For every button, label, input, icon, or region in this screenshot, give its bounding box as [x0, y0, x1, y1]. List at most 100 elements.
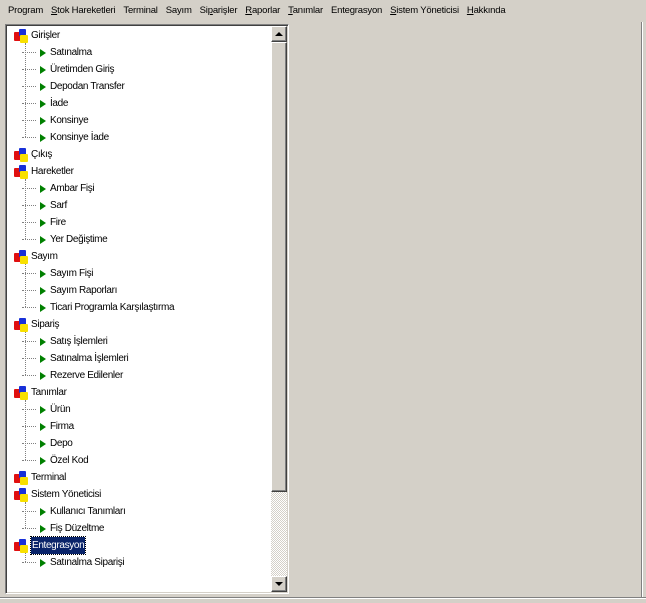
tree-node-label: Sipariş	[31, 319, 60, 330]
folder-blocks-icon	[14, 164, 28, 179]
tree-node-label: Ürün	[50, 404, 71, 415]
tree-node-item[interactable]: Firma	[8, 418, 271, 435]
tree-node-item[interactable]: Konsinye İade	[8, 129, 271, 146]
window-right-edge	[641, 22, 643, 598]
tree-node-category[interactable]: Hareketler	[8, 163, 271, 180]
tree-node-label: Entegrasyon	[29, 536, 87, 555]
green-arrow-icon	[40, 82, 46, 91]
folder-blocks-icon	[14, 538, 28, 553]
menu-item[interactable]: Program	[4, 2, 47, 20]
menu-item[interactable]: Sayım	[162, 2, 196, 20]
green-arrow-icon	[40, 269, 46, 278]
scroll-thumb[interactable]	[271, 42, 287, 492]
tree-node-item[interactable]: Ambar Fişi	[8, 180, 271, 197]
tree-node-item[interactable]: İade	[8, 95, 271, 112]
tree-node-label: Konsinye İade	[50, 132, 109, 143]
menu-item[interactable]: Tanımlar	[284, 2, 327, 20]
tree-node-label: Sayım	[31, 251, 58, 262]
tree-node-item[interactable]: Sayım Raporları	[8, 282, 271, 299]
window-bottom-edge	[0, 597, 646, 599]
tree-node-item[interactable]: Özel Kod	[8, 452, 271, 469]
menu-item[interactable]: Terminal	[119, 2, 161, 20]
green-arrow-icon	[40, 65, 46, 74]
green-arrow-icon	[40, 48, 46, 57]
menu-item[interactable]: Sistem Yöneticisi	[386, 2, 463, 20]
tree-node-label: Ambar Fişi	[50, 183, 95, 194]
green-arrow-icon	[40, 286, 46, 295]
green-arrow-icon	[40, 405, 46, 414]
tree-node-item[interactable]: Kullanıcı Tanımları	[8, 503, 271, 520]
tree-node-item[interactable]: Satınalma Siparişi	[8, 554, 271, 571]
tree-node-item[interactable]: Ticari Programla Karşılaştırma	[8, 299, 271, 316]
menu-item[interactable]: Siparişler	[196, 2, 242, 20]
menu-item[interactable]: Hakkında	[463, 2, 510, 20]
tree-connector	[22, 460, 36, 461]
tree-node-category[interactable]: Sayım	[8, 248, 271, 265]
green-arrow-icon	[40, 303, 46, 312]
tree-node-label: Fire	[50, 217, 66, 228]
tree-connector	[22, 562, 36, 563]
menu-item-text: akkında	[473, 5, 506, 16]
menu-item-text: Sayım	[165, 5, 192, 16]
menu-bar: Program Stok Hareketleri Terminal Sayım Sipa…	[0, 0, 646, 22]
tree-vertical-connector	[25, 400, 26, 460]
green-arrow-icon	[40, 133, 46, 142]
tree-node-item[interactable]: Rezerve Edilenler	[8, 367, 271, 384]
tree-node-category[interactable]: Çıkış	[8, 146, 271, 163]
tree-node-item[interactable]: Depo	[8, 435, 271, 452]
menu-item-text: istem Yöneticisi	[396, 5, 459, 16]
green-arrow-icon	[40, 218, 46, 227]
tree-node-category[interactable]: Sistem Yöneticisi	[8, 486, 271, 503]
tree-node-item[interactable]: Üretimden Giriş	[8, 61, 271, 78]
tree-node-label: İade	[50, 98, 69, 109]
tree-node-item[interactable]: Yer Değiştime	[8, 231, 271, 248]
folder-blocks-icon	[14, 470, 28, 485]
tree-vertical-connector	[25, 264, 26, 307]
tree-node-category[interactable]: Entegrasyon	[8, 536, 271, 555]
tree-vertical-connector	[25, 502, 26, 528]
menu-item[interactable]: Entegrasyon	[327, 2, 386, 20]
scroll-down-button[interactable]	[271, 576, 287, 592]
tree-node-label: Sayım Raporları	[50, 285, 117, 296]
folder-blocks-icon	[14, 385, 28, 400]
green-arrow-icon	[40, 184, 46, 193]
tree-vertical-connector	[25, 553, 26, 562]
tree-node-category[interactable]: Sipariş	[8, 316, 271, 333]
tree-vertical-connector	[25, 332, 26, 375]
tree-node-item[interactable]: Sayım Fişi	[8, 265, 271, 282]
tree-node-label: Hareketler	[31, 166, 74, 177]
menu-item-text: tok Hareketleri	[57, 5, 116, 16]
menu-item-text: arişler	[212, 5, 238, 16]
green-arrow-icon	[40, 99, 46, 108]
tree-vertical-connector	[25, 43, 26, 137]
menu-item[interactable]: Raporlar	[241, 2, 284, 20]
tree-node-label: Çıkış	[31, 149, 53, 160]
tree-node-item[interactable]: Ürün	[8, 401, 271, 418]
tree-vertical-scrollbar[interactable]	[271, 26, 287, 592]
green-arrow-icon	[40, 337, 46, 346]
green-arrow-icon	[40, 456, 46, 465]
tree-node-item[interactable]: Fiş Düzeltme	[8, 520, 271, 537]
folder-blocks-icon	[14, 249, 28, 264]
tree-node-category[interactable]: Tanımlar	[8, 384, 271, 401]
tree-node-category[interactable]: Terminal	[8, 469, 271, 486]
navigation-tree[interactable]: Girişler Satınalma Üretimden Giriş Depodan …	[5, 24, 289, 594]
green-arrow-icon	[40, 524, 46, 533]
tree-node-label: Fiş Düzeltme	[50, 523, 105, 534]
menu-item[interactable]: Stok Hareketleri	[47, 2, 119, 20]
tree-node-label: Rezerve Edilenler	[50, 370, 123, 381]
chevron-down-icon	[275, 582, 283, 586]
tree-node-item[interactable]: Sarf	[8, 197, 271, 214]
green-arrow-icon	[40, 235, 46, 244]
tree-node-item[interactable]: Satış İşlemleri	[8, 333, 271, 350]
tree-node-item[interactable]: Satınalma	[8, 44, 271, 61]
tree-node-label: Satınalma İşlemleri	[50, 353, 129, 364]
tree-node-item[interactable]: Depodan Transfer	[8, 78, 271, 95]
scroll-up-button[interactable]	[271, 26, 287, 42]
tree-node-item[interactable]: Konsinye	[8, 112, 271, 129]
tree-node-label: Tanımlar	[31, 387, 67, 398]
tree-node-item[interactable]: Fire	[8, 214, 271, 231]
tree-node-label: Kullanıcı Tanımları	[50, 506, 126, 517]
tree-node-item[interactable]: Satınalma İşlemleri	[8, 350, 271, 367]
tree-node-category[interactable]: Girişler	[8, 27, 271, 44]
